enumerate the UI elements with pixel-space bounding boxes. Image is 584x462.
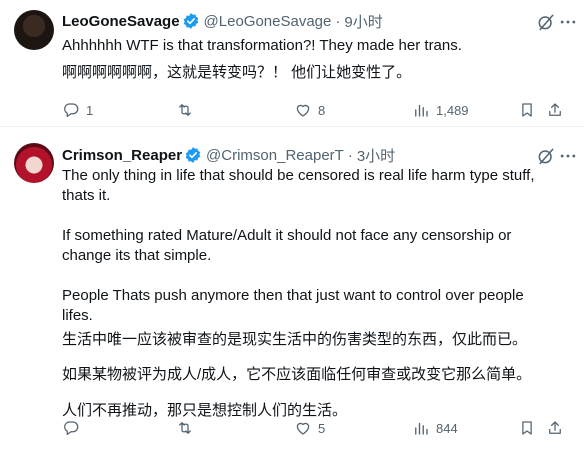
like-count: 5 — [318, 420, 326, 436]
tweet-text-line: 生活中唯一应该被审查的是现实生活中的伤害类型的东西，仅此而已。 — [62, 331, 528, 348]
tweet-text-line: 如果某物被评为成人/成人，它不应该面临任何审查或改变它那么简单。 — [62, 366, 532, 383]
like-button[interactable]: 5 — [294, 418, 325, 438]
bookmark-button[interactable] — [518, 418, 536, 438]
bookmark-icon — [522, 421, 532, 435]
reply-button[interactable] — [62, 418, 86, 438]
views-button[interactable]: 844 — [412, 418, 458, 438]
reply-icon — [64, 421, 79, 436]
tweet-text: The only thing in life that should be ce… — [62, 166, 556, 421]
avatar[interactable] — [14, 143, 54, 183]
verified-badge-icon — [185, 147, 201, 163]
grok-icon[interactable] — [536, 146, 556, 166]
action-bar: 5 844 — [62, 418, 561, 438]
more-options-icon[interactable] — [558, 146, 578, 166]
tweet-text-line: If something rated Mature/Adult it shoul… — [62, 227, 512, 264]
heart-icon — [296, 422, 310, 435]
tweet-text-line: The only thing in life that should be ce… — [62, 167, 535, 204]
separator-dot: · — [347, 146, 353, 164]
tweet-text-line: People Thats push anymore then that just… — [62, 287, 524, 324]
tweet-header: Crimson_Reaper @Crimson_ReaperT · 3小时 — [62, 144, 576, 166]
share-button[interactable] — [546, 418, 564, 438]
display-name[interactable]: Crimson_Reaper — [62, 147, 182, 164]
timestamp[interactable]: 3小时 — [357, 145, 395, 166]
tweet-content: Crimson_Reaper @Crimson_ReaperT · 3小时 Th… — [62, 144, 576, 436]
tweet[interactable]: Crimson_Reaper @Crimson_ReaperT · 3小时 Th… — [0, 0, 584, 462]
share-icon — [549, 421, 561, 434]
retweet-button[interactable] — [176, 418, 200, 438]
user-handle[interactable]: @Crimson_ReaperT — [206, 147, 344, 164]
views-icon — [415, 422, 428, 435]
views-count: 844 — [436, 420, 458, 436]
retweet-icon — [179, 422, 191, 434]
